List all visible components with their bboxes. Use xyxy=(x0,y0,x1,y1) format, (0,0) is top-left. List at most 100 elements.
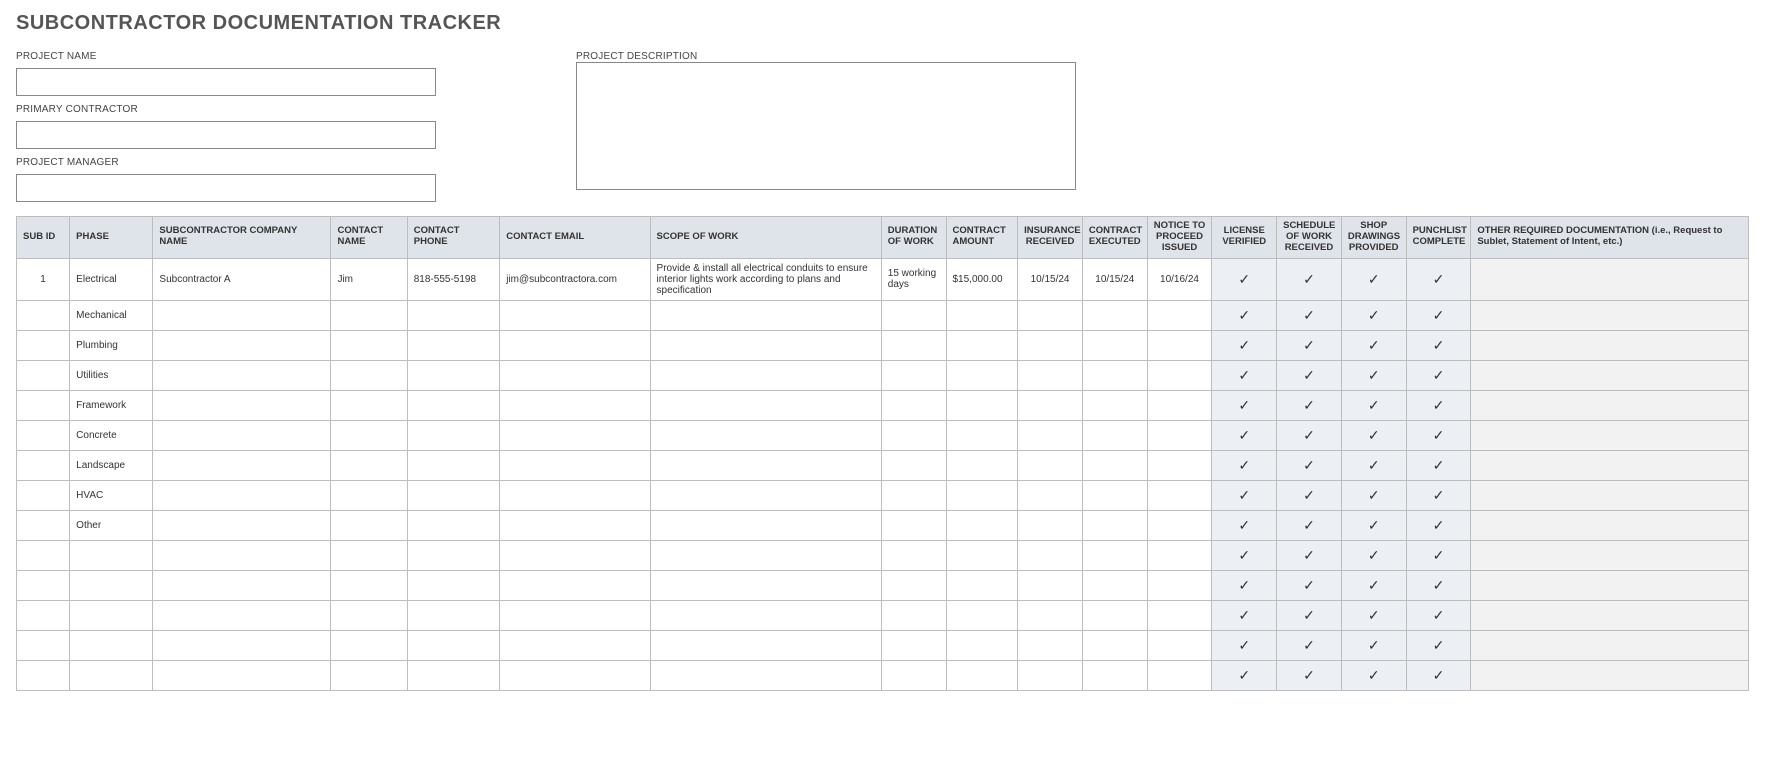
cell-phase[interactable]: Mechanical xyxy=(70,300,153,330)
cell-contact-phone[interactable] xyxy=(407,660,499,690)
cell-shop[interactable]: ✓ xyxy=(1341,600,1406,630)
cell-other[interactable] xyxy=(1471,300,1749,330)
cell-notice[interactable] xyxy=(1147,570,1212,600)
cell-phase[interactable]: Other xyxy=(70,510,153,540)
cell-schedule[interactable]: ✓ xyxy=(1277,450,1342,480)
cell-scope[interactable] xyxy=(650,390,881,420)
cell-schedule[interactable]: ✓ xyxy=(1277,660,1342,690)
cell-sub-id[interactable] xyxy=(17,600,70,630)
cell-amount[interactable] xyxy=(946,420,1018,450)
cell-company[interactable] xyxy=(153,480,331,510)
cell-other[interactable] xyxy=(1471,330,1749,360)
cell-phase[interactable]: Electrical xyxy=(70,258,153,300)
cell-contact-name[interactable]: Jim xyxy=(331,258,407,300)
cell-scope[interactable] xyxy=(650,480,881,510)
cell-shop[interactable]: ✓ xyxy=(1341,330,1406,360)
cell-schedule[interactable]: ✓ xyxy=(1277,360,1342,390)
cell-license[interactable]: ✓ xyxy=(1212,600,1277,630)
cell-phase[interactable]: Plumbing xyxy=(70,330,153,360)
cell-insurance[interactable] xyxy=(1018,510,1083,540)
cell-shop[interactable]: ✓ xyxy=(1341,660,1406,690)
cell-phase[interactable] xyxy=(70,630,153,660)
cell-amount[interactable] xyxy=(946,300,1018,330)
cell-phase[interactable] xyxy=(70,660,153,690)
cell-other[interactable] xyxy=(1471,420,1749,450)
cell-executed[interactable] xyxy=(1082,630,1147,660)
cell-contact-email[interactable] xyxy=(500,660,650,690)
cell-contact-email[interactable] xyxy=(500,570,650,600)
cell-shop[interactable]: ✓ xyxy=(1341,360,1406,390)
cell-insurance[interactable] xyxy=(1018,390,1083,420)
cell-scope[interactable] xyxy=(650,450,881,480)
cell-sub-id[interactable] xyxy=(17,390,70,420)
cell-notice[interactable] xyxy=(1147,510,1212,540)
cell-duration[interactable] xyxy=(881,540,946,570)
cell-scope[interactable] xyxy=(650,540,881,570)
cell-insurance[interactable] xyxy=(1018,540,1083,570)
cell-duration[interactable] xyxy=(881,570,946,600)
cell-license[interactable]: ✓ xyxy=(1212,570,1277,600)
cell-scope[interactable]: Provide & install all electrical conduit… xyxy=(650,258,881,300)
cell-schedule[interactable]: ✓ xyxy=(1277,570,1342,600)
cell-contact-phone[interactable] xyxy=(407,600,499,630)
cell-duration[interactable] xyxy=(881,600,946,630)
cell-duration[interactable] xyxy=(881,420,946,450)
cell-contact-email[interactable] xyxy=(500,390,650,420)
cell-contact-phone[interactable]: 818-555-5198 xyxy=(407,258,499,300)
cell-license[interactable]: ✓ xyxy=(1212,450,1277,480)
cell-schedule[interactable]: ✓ xyxy=(1277,600,1342,630)
cell-contact-name[interactable] xyxy=(331,630,407,660)
cell-sub-id[interactable] xyxy=(17,480,70,510)
cell-punchlist[interactable]: ✓ xyxy=(1406,300,1471,330)
cell-scope[interactable] xyxy=(650,510,881,540)
cell-shop[interactable]: ✓ xyxy=(1341,258,1406,300)
cell-executed[interactable] xyxy=(1082,300,1147,330)
cell-license[interactable]: ✓ xyxy=(1212,258,1277,300)
cell-contact-email[interactable]: jim@subcontractora.com xyxy=(500,258,650,300)
cell-contact-phone[interactable] xyxy=(407,630,499,660)
cell-sub-id[interactable] xyxy=(17,570,70,600)
cell-license[interactable]: ✓ xyxy=(1212,420,1277,450)
cell-schedule[interactable]: ✓ xyxy=(1277,630,1342,660)
cell-amount[interactable] xyxy=(946,480,1018,510)
cell-company[interactable] xyxy=(153,660,331,690)
cell-insurance[interactable] xyxy=(1018,570,1083,600)
cell-contact-phone[interactable] xyxy=(407,540,499,570)
cell-executed[interactable] xyxy=(1082,330,1147,360)
cell-insurance[interactable] xyxy=(1018,300,1083,330)
cell-scope[interactable] xyxy=(650,570,881,600)
cell-contact-phone[interactable] xyxy=(407,420,499,450)
cell-shop[interactable]: ✓ xyxy=(1341,420,1406,450)
cell-executed[interactable]: 10/15/24 xyxy=(1082,258,1147,300)
cell-contact-name[interactable] xyxy=(331,450,407,480)
cell-shop[interactable]: ✓ xyxy=(1341,570,1406,600)
cell-executed[interactable] xyxy=(1082,600,1147,630)
cell-other[interactable] xyxy=(1471,390,1749,420)
project-name-input[interactable] xyxy=(16,68,436,96)
cell-duration[interactable] xyxy=(881,480,946,510)
cell-company[interactable] xyxy=(153,390,331,420)
cell-executed[interactable] xyxy=(1082,420,1147,450)
cell-schedule[interactable]: ✓ xyxy=(1277,330,1342,360)
cell-license[interactable]: ✓ xyxy=(1212,360,1277,390)
cell-schedule[interactable]: ✓ xyxy=(1277,540,1342,570)
cell-sub-id[interactable] xyxy=(17,660,70,690)
cell-executed[interactable] xyxy=(1082,660,1147,690)
cell-punchlist[interactable]: ✓ xyxy=(1406,600,1471,630)
cell-punchlist[interactable]: ✓ xyxy=(1406,258,1471,300)
cell-contact-phone[interactable] xyxy=(407,450,499,480)
cell-punchlist[interactable]: ✓ xyxy=(1406,360,1471,390)
cell-contact-name[interactable] xyxy=(331,510,407,540)
cell-license[interactable]: ✓ xyxy=(1212,630,1277,660)
cell-contact-phone[interactable] xyxy=(407,360,499,390)
cell-other[interactable] xyxy=(1471,540,1749,570)
cell-contact-email[interactable] xyxy=(500,300,650,330)
cell-contact-phone[interactable] xyxy=(407,510,499,540)
cell-amount[interactable] xyxy=(946,660,1018,690)
cell-amount[interactable] xyxy=(946,570,1018,600)
primary-contractor-input[interactable] xyxy=(16,121,436,149)
cell-schedule[interactable]: ✓ xyxy=(1277,420,1342,450)
cell-scope[interactable] xyxy=(650,420,881,450)
cell-license[interactable]: ✓ xyxy=(1212,390,1277,420)
cell-phase[interactable]: Framework xyxy=(70,390,153,420)
